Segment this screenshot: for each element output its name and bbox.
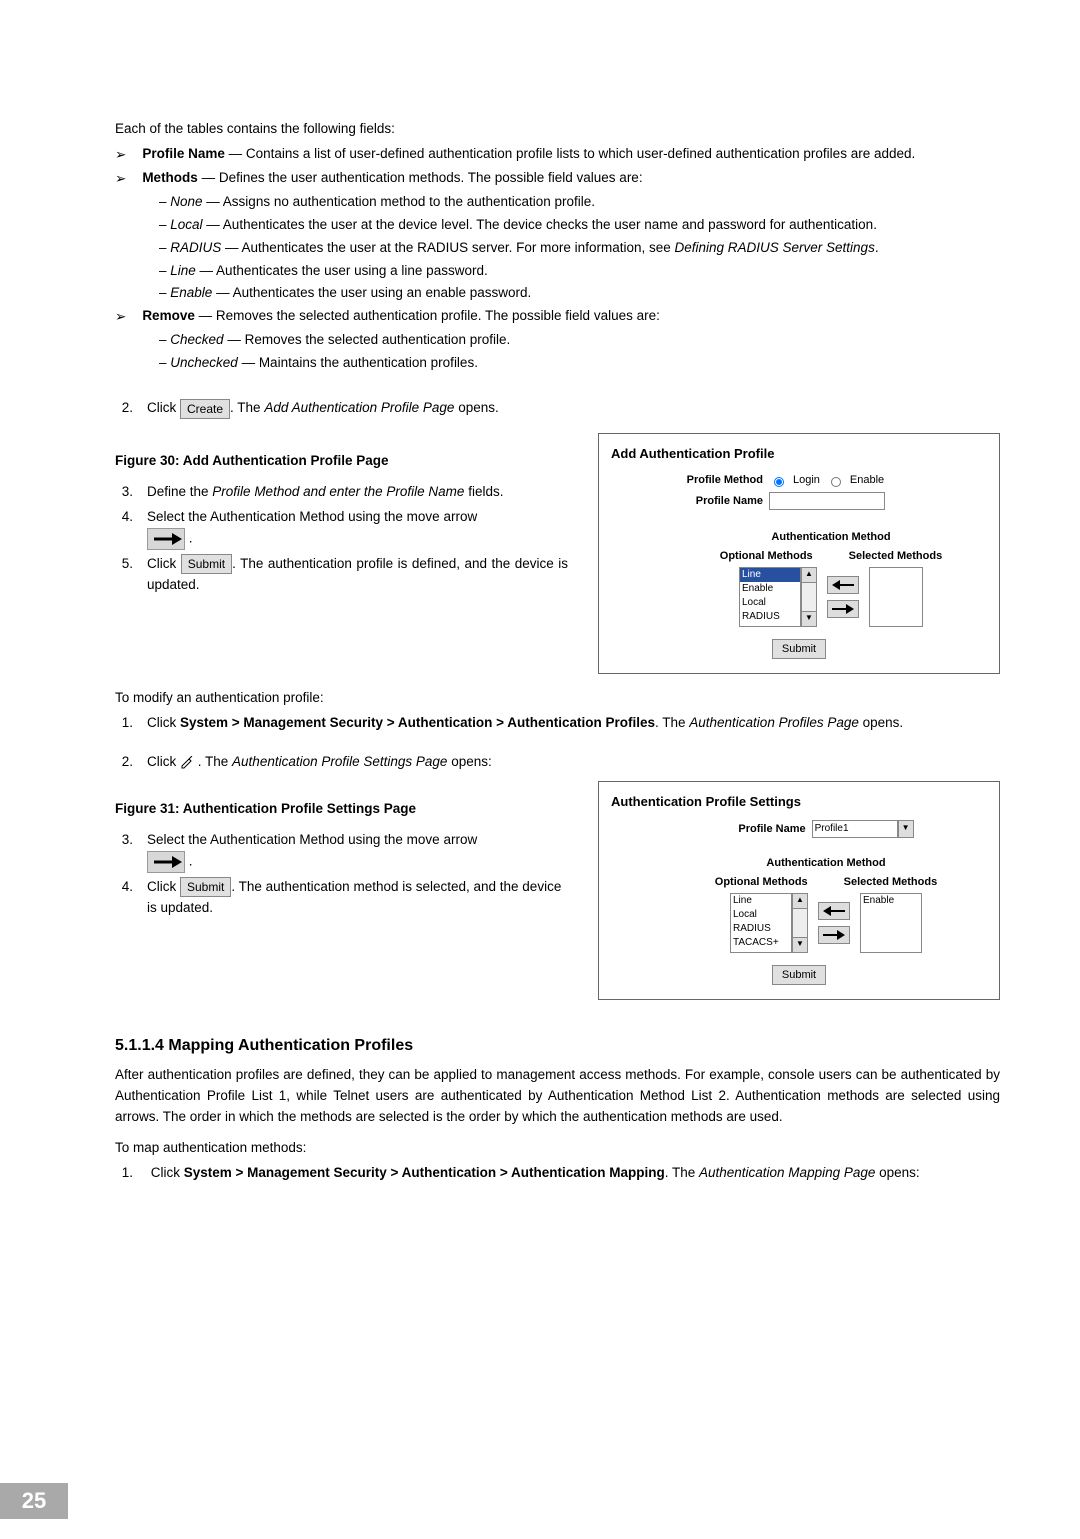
scroll-down-icon[interactable]: ▼ — [801, 611, 817, 627]
remove-unchecked: – Unchecked — Maintains the authenticati… — [159, 353, 1000, 374]
intro-text: Each of the tables contains the followin… — [115, 119, 1000, 140]
move-left-button[interactable] — [827, 576, 859, 594]
add-auth-profile-dialog: Add Authentication Profile Profile Metho… — [598, 433, 1000, 674]
step-4-text: Select the Authentication Method using t… — [147, 507, 477, 550]
settings-step-4: Click Submit. The authentication method … — [147, 877, 568, 919]
dialog-title: Add Authentication Profile — [611, 444, 989, 464]
scroll-up-icon[interactable]: ▲ — [792, 893, 808, 909]
map-intro: To map authentication methods: — [115, 1138, 1000, 1159]
profile-name-label: Profile Name — [738, 821, 805, 838]
step-number: 1. — [115, 1163, 133, 1184]
method-local: – Local — Authenticates the user at the … — [159, 215, 1000, 236]
step-number: 2. — [115, 752, 133, 773]
step-number: 3. — [115, 482, 133, 503]
method-enable: – Enable — Authenticates the user using … — [159, 283, 1000, 304]
bullet-marker: ➢ — [115, 145, 126, 166]
list-item[interactable]: Local — [740, 596, 800, 610]
optional-methods-list[interactable]: Line Local RADIUS TACACS+ — [730, 893, 792, 953]
optional-methods-list[interactable]: Line Enable Local RADIUS — [739, 567, 801, 627]
method-line: – Line — Authenticates the user using a … — [159, 261, 1000, 282]
create-button[interactable]: Create — [180, 399, 230, 419]
selected-methods-list[interactable]: Enable — [860, 893, 922, 953]
section-body: After authentication profiles are define… — [115, 1065, 1000, 1128]
step-2-text: Click Create. The Add Authentication Pro… — [147, 398, 499, 419]
step-number: 4. — [115, 877, 133, 919]
bullet-marker: ➢ — [115, 169, 126, 190]
scroll-down-icon[interactable]: ▼ — [792, 937, 808, 953]
bullet-profile-name: Profile Name — Contains a list of user-d… — [142, 144, 915, 166]
map-step-1: Click System > Management Security > Aut… — [147, 1163, 920, 1184]
list-item[interactable]: Enable — [861, 894, 921, 908]
profile-method-label: Profile Method — [673, 472, 763, 489]
auth-profile-settings-dialog: Authentication Profile Settings Profile … — [598, 781, 1000, 1000]
auth-method-header: Authentication Method — [663, 855, 989, 872]
bullet-methods: Methods — Defines the user authenticatio… — [142, 168, 642, 190]
step-5-text: Click Submit. The authentication profile… — [147, 554, 568, 596]
modify-intro: To modify an authentication profile: — [115, 688, 1000, 709]
auth-method-header: Authentication Method — [673, 529, 989, 546]
enable-label: Enable — [850, 472, 884, 489]
step-number: 5. — [115, 554, 133, 596]
dialog-submit-button[interactable]: Submit — [772, 965, 826, 985]
move-right-button[interactable] — [827, 600, 859, 618]
step-number: 2. — [115, 398, 133, 419]
list-item[interactable]: Local — [731, 908, 791, 922]
modify-step-1: Click System > Management Security > Aut… — [147, 713, 903, 734]
section-heading: 5.1.1.4 Mapping Authentication Profiles — [115, 1034, 1000, 1059]
list-item[interactable]: Line — [740, 568, 800, 582]
edit-icon[interactable] — [180, 756, 194, 770]
step-number: 4. — [115, 507, 133, 550]
step-number: 3. — [115, 830, 133, 873]
dialog-submit-button[interactable]: Submit — [772, 639, 826, 659]
optional-methods-label: Optional Methods — [720, 548, 813, 565]
move-left-button[interactable] — [818, 902, 850, 920]
selected-methods-label: Selected Methods — [844, 874, 938, 891]
profile-name-label: Profile Name — [673, 493, 763, 510]
list-item[interactable]: RADIUS — [740, 610, 800, 624]
list-item[interactable]: RADIUS — [731, 922, 791, 936]
step-3-text: Define the Profile Method and enter the … — [147, 482, 503, 503]
login-radio[interactable] — [774, 477, 784, 487]
bullet-marker: ➢ — [115, 307, 126, 328]
profile-name-input[interactable] — [769, 492, 885, 510]
page-number: 25 — [0, 1483, 68, 1519]
list-item[interactable]: TACACS+ — [731, 936, 791, 950]
optional-methods-label: Optional Methods — [715, 874, 808, 891]
dialog-title: Authentication Profile Settings — [611, 792, 989, 812]
step-number: 1. — [115, 713, 133, 734]
method-none: – None — Assigns no authentication metho… — [159, 192, 1000, 213]
profile-name-select[interactable]: Profile1 — [812, 820, 898, 838]
method-radius: – RADIUS — Authenticates the user at the… — [159, 238, 1000, 259]
submit-button[interactable]: Submit — [181, 554, 232, 574]
list-item[interactable]: Line — [731, 894, 791, 908]
selected-methods-list[interactable] — [869, 567, 923, 627]
submit-button[interactable]: Submit — [180, 877, 231, 897]
bullet-remove: Remove — Removes the selected authentica… — [142, 306, 660, 328]
move-arrow-icon — [147, 851, 185, 873]
dropdown-icon[interactable]: ▼ — [898, 820, 914, 838]
login-label: Login — [793, 472, 820, 489]
move-arrow-icon — [147, 528, 185, 550]
figure-30-title: Figure 30: Add Authentication Profile Pa… — [115, 451, 568, 472]
settings-step-3: Select the Authentication Method using t… — [147, 830, 477, 873]
figure-31-title: Figure 31: Authentication Profile Settin… — [115, 799, 568, 820]
move-right-button[interactable] — [818, 926, 850, 944]
modify-step-2: Click . The Authentication Profile Setti… — [147, 752, 492, 773]
remove-checked: – Checked — Removes the selected authent… — [159, 330, 1000, 351]
selected-methods-label: Selected Methods — [849, 548, 943, 565]
list-item[interactable]: Enable — [740, 582, 800, 596]
scroll-up-icon[interactable]: ▲ — [801, 567, 817, 583]
enable-radio[interactable] — [831, 477, 841, 487]
